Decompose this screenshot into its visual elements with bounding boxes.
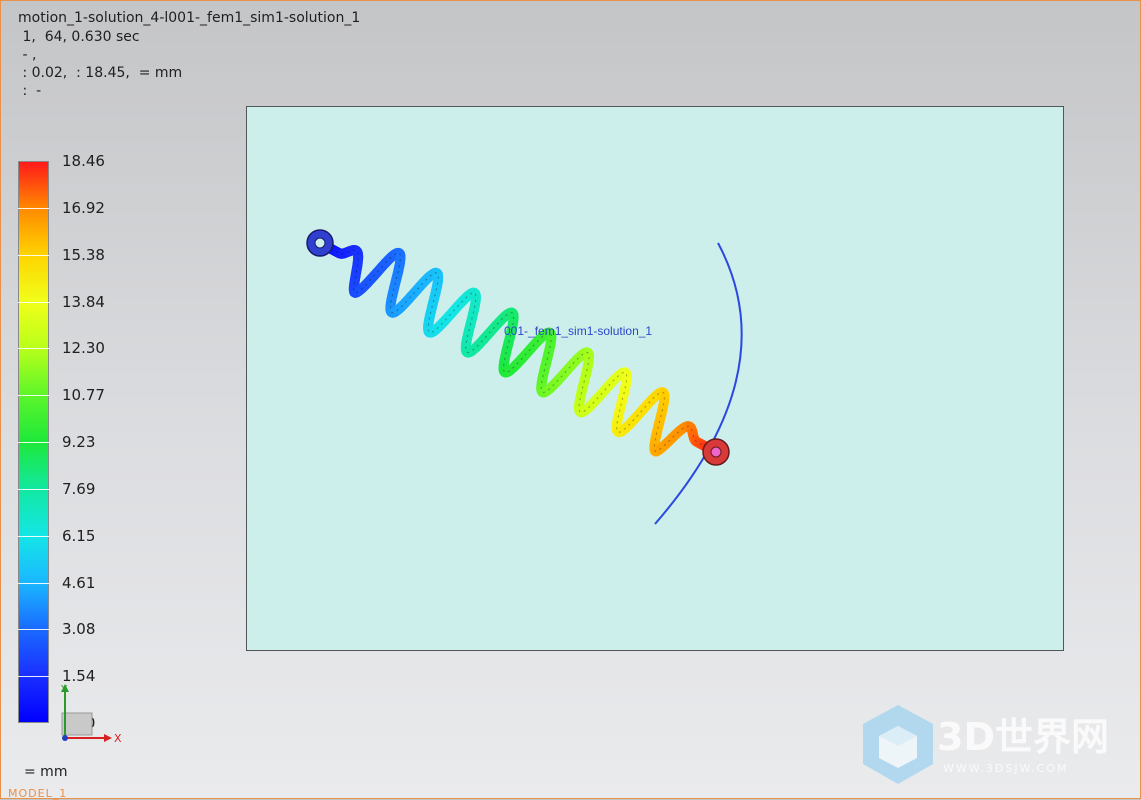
legend-label: 16.92 bbox=[62, 199, 105, 217]
legend-separator bbox=[18, 348, 49, 349]
legend-label: 10.77 bbox=[62, 386, 105, 404]
legend-separator bbox=[18, 583, 49, 584]
spring-model[interactable]: 001-_fem1_sim1-solution_1 bbox=[247, 107, 1065, 652]
legend-separator bbox=[18, 676, 49, 677]
model-name-label: MODEL_1 bbox=[8, 787, 67, 800]
legend-label: 7.69 bbox=[62, 480, 95, 498]
legend-label: 18.46 bbox=[62, 152, 105, 170]
result-step-info: 1, 64, 0.630 sec bbox=[18, 28, 140, 46]
right-anchor-pin bbox=[711, 447, 721, 457]
legend-separator bbox=[18, 395, 49, 396]
legend-label: 3.08 bbox=[62, 620, 95, 638]
legend-label: 4.61 bbox=[62, 574, 95, 592]
watermark-brand: 3D世界网 bbox=[937, 715, 1109, 759]
legend-separator bbox=[18, 302, 49, 303]
legend-label: 6.15 bbox=[62, 527, 95, 545]
legend-label: 12.30 bbox=[62, 339, 105, 357]
result-type-info: - , bbox=[18, 46, 36, 64]
result-range-info: : 0.02, : 18.45, = mm bbox=[18, 64, 182, 82]
triad-x-label: X bbox=[114, 732, 122, 745]
result-title: motion_1-solution_4-l001-_fem1_sim1-solu… bbox=[18, 9, 360, 27]
legend-separator bbox=[18, 536, 49, 537]
result-extra-info: : - bbox=[18, 82, 41, 100]
cube-icon bbox=[863, 705, 933, 784]
watermark-url: WWW.3DSJW.COM bbox=[943, 762, 1069, 775]
watermark-logo: 3D世界网 WWW.3DSJW.COM bbox=[855, 700, 1125, 790]
units-label: = mm bbox=[24, 764, 67, 780]
legend-separator bbox=[18, 208, 49, 209]
legend-label: 13.84 bbox=[62, 293, 105, 311]
left-anchor-hole bbox=[315, 238, 325, 248]
legend-separator bbox=[18, 255, 49, 256]
legend-separator bbox=[18, 489, 49, 490]
triad-box bbox=[62, 713, 92, 735]
spring-coils bbox=[320, 243, 716, 452]
legend-separator bbox=[18, 629, 49, 630]
triad-y-label: Y bbox=[60, 684, 68, 695]
motion-arc bbox=[655, 243, 742, 524]
plot-area[interactable]: 001-_fem1_sim1-solution_1 bbox=[246, 106, 1064, 651]
model-label: 001-_fem1_sim1-solution_1 bbox=[504, 324, 652, 338]
legend-label: 15.38 bbox=[62, 246, 105, 264]
coordinate-triad: Y X bbox=[48, 680, 138, 750]
legend-separator bbox=[18, 442, 49, 443]
legend-label: 9.23 bbox=[62, 433, 95, 451]
